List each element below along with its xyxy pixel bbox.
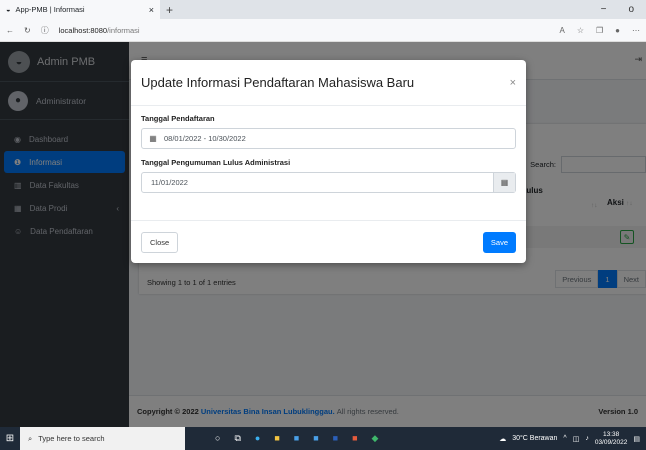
windows-start-icon[interactable]: ⊞ xyxy=(0,433,20,444)
new-tab-button[interactable]: + xyxy=(166,3,173,17)
more-icon[interactable]: ⋯ xyxy=(632,26,640,35)
edge-icon[interactable]: ● xyxy=(255,433,260,444)
taskbar-apps: ○ ⧉ ● ■ ■ ■ ■ ■ ◆ xyxy=(215,433,378,444)
modal-close-icon[interactable]: × xyxy=(510,77,516,89)
network-icon[interactable]: ◫ xyxy=(573,435,580,443)
window-controls: − o xyxy=(601,4,646,15)
tab-title: App-PMB | Informasi xyxy=(15,5,85,14)
tab-close-icon[interactable]: × xyxy=(149,5,154,15)
notification-icon[interactable]: ▤ xyxy=(633,435,640,443)
clock-time: 13:38 xyxy=(602,430,620,438)
taskbar-search[interactable]: ⌕ Type here to search xyxy=(20,427,185,450)
browser-tab[interactable]: ◒ App-PMB | Informasi × xyxy=(0,0,160,19)
registration-date-label: Tanggal Pendaftaran xyxy=(141,114,215,123)
close-button[interactable]: Close xyxy=(141,231,179,253)
app-icon[interactable]: ■ xyxy=(352,433,357,444)
tab-logo-icon: ◒ xyxy=(6,5,11,14)
tray-chevron-up-icon[interactable]: ^ xyxy=(563,435,566,442)
profile-icon[interactable]: ● xyxy=(615,26,620,35)
info-icon[interactable]: ⓘ xyxy=(41,25,49,36)
collections-icon[interactable]: ❐ xyxy=(596,26,603,35)
vscode-icon[interactable]: ◆ xyxy=(372,433,379,444)
weather-text[interactable]: 30°C Berawan xyxy=(512,435,557,442)
taskbar: ⊞ ⌕ Type here to search ○ ⧉ ● ■ ■ ■ ■ ■ … xyxy=(0,427,646,450)
taskbar-clock[interactable]: 13:38 03/09/2022 xyxy=(595,431,628,447)
url-field[interactable]: localhost:8080/informasi xyxy=(59,26,140,35)
announcement-date-label: Tanggal Pengumuman Lulus Administrasi xyxy=(141,158,291,167)
explorer-icon[interactable]: ■ xyxy=(274,433,279,444)
favorite-icon[interactable]: ☆ xyxy=(577,26,584,35)
modal-header: Update Informasi Pendaftaran Mahasiswa B… xyxy=(131,60,526,106)
announcement-date-value: 11/01/2022 xyxy=(151,178,188,187)
system-tray: ☁ 30°C Berawan ^ ◫ ♪ 13:38 03/09/2022 ▤ xyxy=(499,431,646,447)
announcement-date-input[interactable]: 11/01/2022 ▦ xyxy=(141,172,516,193)
calendar-icon[interactable]: ▦ xyxy=(493,173,515,192)
registration-date-range-input[interactable]: ▦ 08/01/2022 - 10/30/2022 xyxy=(141,128,516,149)
modal-body: Tanggal Pendaftaran ▦ 08/01/2022 - 10/30… xyxy=(131,106,526,193)
clock-date: 03/09/2022 xyxy=(594,438,628,446)
update-modal: Update Informasi Pendaftaran Mahasiswa B… xyxy=(131,60,526,263)
weather-icon: ☁ xyxy=(499,435,507,443)
search-icon: ⌕ xyxy=(28,433,33,443)
modal-footer: Close Save xyxy=(131,220,526,263)
address-bar: ← ↻ ⓘ localhost:8080/informasi A ☆ ❐ ● ⋯ xyxy=(0,19,646,42)
minimize-button[interactable]: − xyxy=(601,4,607,15)
taskbar-search-placeholder: Type here to search xyxy=(38,434,105,443)
word-icon[interactable]: ■ xyxy=(333,433,338,444)
calendar-icon: ▦ xyxy=(149,134,157,143)
mail-icon[interactable]: ■ xyxy=(313,433,318,444)
store-icon[interactable]: ■ xyxy=(294,433,299,444)
read-aloud-icon[interactable]: A xyxy=(559,26,564,35)
task-view-icon[interactable]: ⧉ xyxy=(234,433,240,444)
cortana-icon[interactable]: ○ xyxy=(215,433,220,444)
volume-icon[interactable]: ♪ xyxy=(585,435,589,442)
registration-date-value: 08/01/2022 - 10/30/2022 xyxy=(164,134,246,143)
browser-tab-bar: ◒ App-PMB | Informasi × + − o xyxy=(0,0,646,19)
back-arrow-icon[interactable]: ← xyxy=(6,26,14,35)
maximize-button[interactable]: o xyxy=(628,4,634,15)
modal-title: Update Informasi Pendaftaran Mahasiswa B… xyxy=(141,75,415,90)
save-button[interactable]: Save xyxy=(482,231,516,253)
browser-toolbar-icons: A ☆ ❐ ● ⋯ xyxy=(559,26,640,35)
reload-icon[interactable]: ↻ xyxy=(24,26,31,35)
